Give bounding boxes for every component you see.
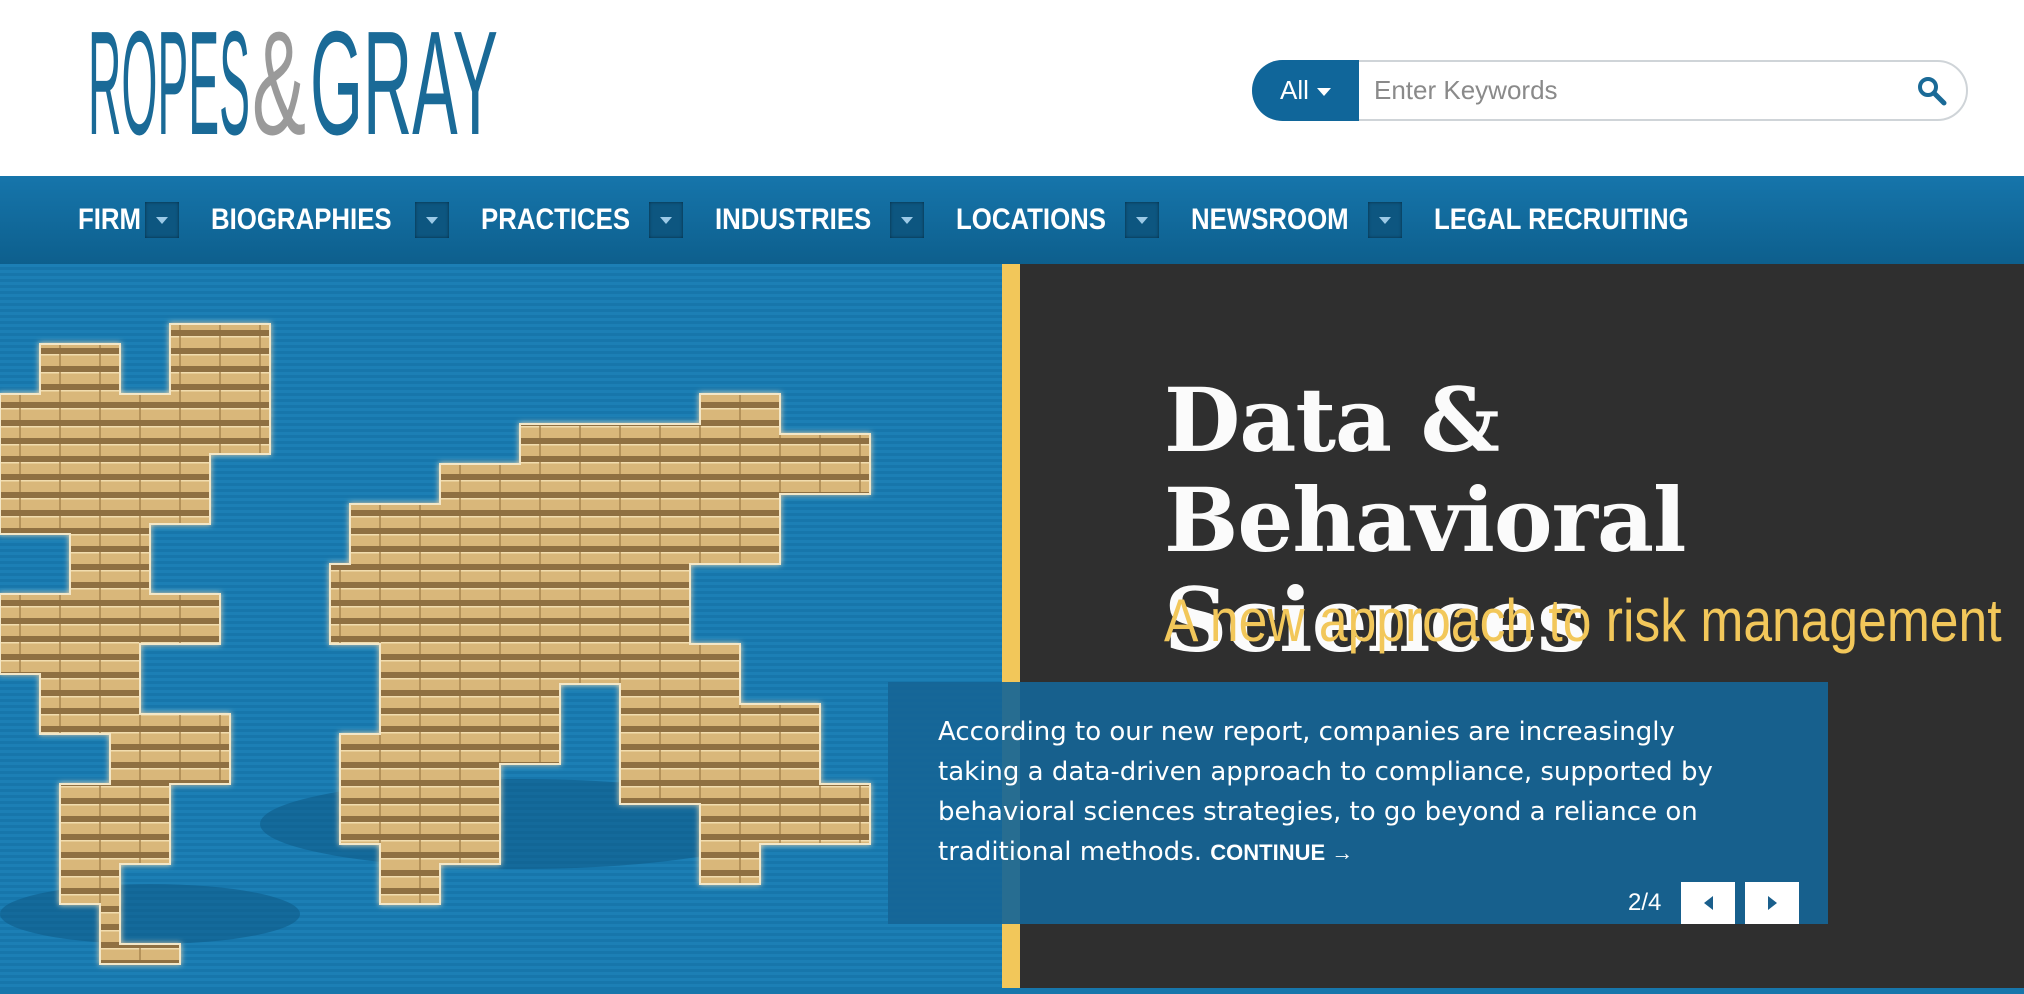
nav-label: PRACTICES [481, 203, 631, 236]
nav-label: INDUSTRIES [714, 203, 871, 236]
site-header: ROPES & GRAY All [0, 0, 2024, 176]
nav-item-practices[interactable]: PRACTICES [481, 202, 683, 238]
nav-item-locations[interactable]: LOCATIONS [956, 202, 1159, 238]
slide-counter: 2/4 [1628, 889, 1662, 916]
nav-item-firm[interactable]: FIRM [78, 202, 180, 238]
logo-wordmark: ROPES & GRAY [88, 18, 498, 138]
nav-dropdown-toggle[interactable] [648, 202, 683, 238]
search-scope-label: All [1280, 75, 1309, 105]
hero-image [0, 264, 1002, 988]
chevron-down-icon [659, 216, 672, 224]
chevron-down-icon [901, 216, 914, 224]
nav-dropdown-toggle[interactable] [415, 202, 450, 238]
chevron-down-icon [156, 216, 169, 224]
nav-label: LOCATIONS [956, 203, 1107, 236]
search-input[interactable] [1374, 62, 1894, 119]
arrow-right-icon [1767, 896, 1777, 910]
logo-ampersand: & [252, 18, 306, 138]
prev-slide-button[interactable] [1681, 882, 1736, 924]
logo[interactable]: ROPES & GRAY [88, 18, 500, 138]
nav-item-biographies[interactable]: BIOGRAPHIES [211, 202, 450, 238]
main-nav: FIRM BIOGRAPHIES PRACTICES INDUSTRIES LO… [0, 176, 2024, 264]
logo-gray: GRAY [310, 18, 498, 138]
nav-dropdown-toggle[interactable] [145, 202, 180, 238]
chevron-down-icon [1379, 216, 1392, 224]
nav-label: NEWSROOM [1190, 203, 1349, 236]
nav-item-newsroom[interactable]: NEWSROOM [1190, 202, 1403, 238]
search-icon[interactable] [1916, 75, 1948, 107]
nav-dropdown-toggle[interactable] [890, 202, 925, 238]
brick-dollar-illustration [0, 323, 871, 965]
next-slide-button[interactable] [1745, 882, 1800, 924]
arrow-left-icon [1703, 896, 1713, 910]
nav-item-legal-recruiting[interactable]: LEGAL RECRUITING [1434, 203, 1730, 237]
chevron-down-icon [1135, 216, 1148, 224]
chevron-down-icon [426, 216, 439, 224]
chevron-down-icon [1316, 88, 1331, 96]
continue-link[interactable]: CONTINUE → [1210, 840, 1353, 865]
nav-label: BIOGRAPHIES [211, 203, 392, 236]
carousel-pager: 2/4 [1628, 882, 1809, 924]
nav-dropdown-toggle[interactable] [1368, 202, 1403, 238]
hero-caption-box: According to our new report, companies a… [888, 682, 1828, 924]
logo-ropes: ROPES [88, 18, 250, 138]
nav-label: LEGAL RECRUITING [1434, 203, 1689, 236]
hero-carousel: Data & Behavioral Sciences A new approac… [0, 264, 2024, 988]
hero-caption: According to our new report, companies a… [938, 712, 1758, 873]
nav-item-industries[interactable]: INDUSTRIES [715, 202, 925, 238]
hero-subtitle: A new approach to risk management [1164, 587, 2002, 654]
search-bar: All [1252, 60, 1968, 121]
search-scope-dropdown[interactable]: All [1252, 60, 1359, 121]
nav-label: FIRM [78, 203, 142, 236]
bottom-strip [0, 988, 2024, 994]
nav-dropdown-toggle[interactable] [1124, 202, 1159, 238]
